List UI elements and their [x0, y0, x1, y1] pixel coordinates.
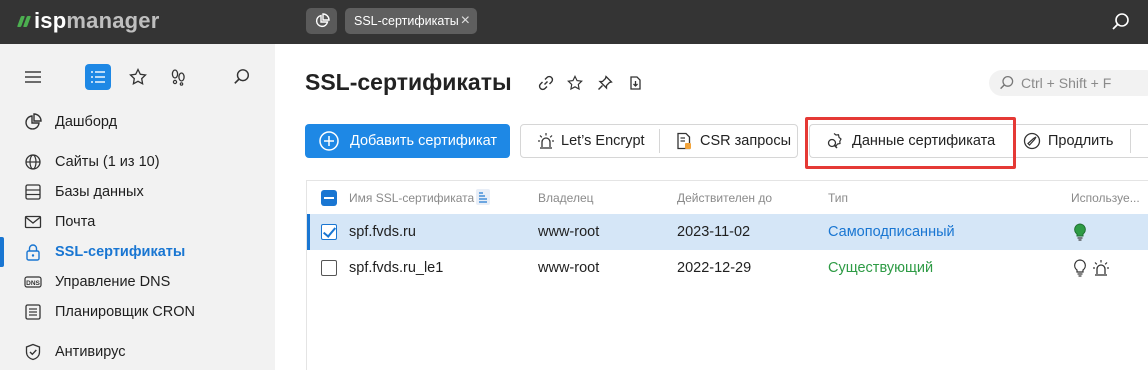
- renew-button[interactable]: Продлить: [1022, 125, 1122, 157]
- svg-text:DNS: DNS: [26, 280, 40, 287]
- list-icon: [25, 304, 41, 320]
- dashboard-tab-button[interactable]: [306, 8, 337, 34]
- logo-mark-icon: [16, 14, 32, 28]
- bulb-active-icon: [1074, 223, 1086, 241]
- sidebar-search-button[interactable]: [232, 64, 252, 90]
- pie-chart-icon: [315, 13, 330, 28]
- link-icon[interactable]: [538, 75, 554, 91]
- bulb-icon: [1074, 259, 1086, 277]
- cert-type: Самоподписанный: [828, 224, 955, 240]
- letsencrypt-button[interactable]: Let’s Encrypt: [521, 125, 659, 157]
- csr-requests-label: CSR запросы: [700, 133, 792, 149]
- sidebar-item-antivirus[interactable]: Антивирус: [0, 337, 275, 367]
- highlight-frame: [805, 117, 1016, 169]
- csr-requests-button[interactable]: CSR запросы: [660, 125, 798, 157]
- search-placeholder: Ctrl + Shift + F: [1021, 75, 1112, 91]
- export-icon[interactable]: [627, 75, 643, 91]
- cert-name: spf.fvds.ru_le1: [349, 260, 444, 276]
- certificate-file-icon: [677, 132, 691, 150]
- shield-icon: [25, 343, 41, 361]
- sidebar-item-ssl[interactable]: SSL-сертификаты: [0, 237, 275, 267]
- alarm-light-icon: [1093, 260, 1109, 276]
- lock-icon: [26, 244, 40, 261]
- sidebar-item-label: Управление DNS: [55, 274, 171, 290]
- dns-icon: DNS: [24, 276, 42, 288]
- sidebar-item-databases[interactable]: Базы данных: [0, 177, 275, 207]
- database-icon: [25, 184, 41, 200]
- list-view-button[interactable]: [85, 64, 111, 90]
- add-certificate-label: Добавить сертификат: [350, 133, 497, 149]
- cert-type: Существующий: [828, 260, 934, 276]
- star-icon[interactable]: [567, 75, 583, 91]
- certificates-table: Имя SSL-сертификата Владелец Действителе…: [306, 180, 1148, 370]
- page-title: SSL-сертификаты: [305, 69, 512, 95]
- select-all-checkbox[interactable]: [321, 190, 337, 206]
- favorites-button[interactable]: [128, 64, 148, 90]
- table-row[interactable]: spf.fvds.ru www-root 2023-11-02 Самоподп…: [307, 214, 1148, 250]
- cert-name: spf.fvds.ru: [349, 224, 416, 240]
- list-icon: [91, 71, 105, 83]
- logo-text: ispmanager: [34, 8, 160, 33]
- column-header-owner[interactable]: Владелец: [538, 191, 594, 205]
- sidebar-item-dashboard[interactable]: Дашборд: [0, 107, 275, 137]
- sidebar-item-cron[interactable]: Планировщик CRON: [0, 297, 275, 327]
- star-icon: [129, 68, 147, 86]
- search-icon: [234, 69, 250, 84]
- sidebar-item-label: Базы данных: [55, 184, 144, 200]
- sidebar-item-label: SSL-сертификаты: [55, 244, 186, 260]
- cert-valid-until: 2023-11-02: [677, 224, 751, 240]
- logo[interactable]: ispmanager: [16, 8, 160, 33]
- row-checkbox[interactable]: [321, 224, 337, 240]
- sidebar: Дашборд Сайты (1 из 10) Базы данных Почт…: [0, 44, 275, 370]
- footprints-icon: [171, 69, 185, 86]
- cert-owner: www-root: [538, 260, 600, 276]
- recent-button[interactable]: [168, 64, 188, 90]
- tab-label: SSL-сертификаты: [354, 14, 459, 28]
- close-icon[interactable]: ×: [461, 12, 470, 30]
- pin-icon[interactable]: [597, 75, 613, 91]
- cert-valid-until: 2022-12-29: [677, 260, 752, 276]
- sidebar-item-sites[interactable]: Сайты (1 из 10): [0, 147, 275, 177]
- pie-chart-icon: [25, 113, 42, 130]
- sidebar-item-mail[interactable]: Почта: [0, 207, 275, 237]
- column-header-name[interactable]: Имя SSL-сертификата: [349, 191, 474, 205]
- alarm-light-icon: [538, 133, 554, 149]
- sidebar-item-label: Сайты (1 из 10): [55, 154, 160, 170]
- toolbar-group-1: Let’s Encrypt CSR запросы: [520, 124, 798, 158]
- active-indicator: [0, 237, 4, 267]
- row-checkbox[interactable]: [321, 260, 337, 276]
- letsencrypt-label: Let’s Encrypt: [561, 133, 645, 149]
- column-header-valid-until[interactable]: Действителен до: [677, 191, 772, 205]
- renew-label: Продлить: [1048, 133, 1114, 149]
- mail-icon: [24, 215, 42, 229]
- cert-owner: www-root: [538, 224, 600, 240]
- toolbar-divider: [1130, 129, 1131, 153]
- sidebar-item-label: Антивирус: [55, 344, 126, 360]
- search-icon: [1000, 75, 1014, 90]
- sidebar-item-label: Почта: [55, 214, 96, 230]
- hamburger-icon: [25, 71, 41, 83]
- tab-ssl-certificates[interactable]: SSL-сертификаты ×: [345, 8, 477, 34]
- search-icon[interactable]: [1111, 12, 1131, 32]
- row-selection-indicator: [307, 214, 310, 250]
- column-header-type[interactable]: Тип: [828, 191, 848, 205]
- column-header-used[interactable]: Используе...: [1071, 191, 1140, 205]
- top-bar: ispmanager SSL-сертификаты ×: [0, 0, 1148, 44]
- global-search-input[interactable]: Ctrl + Shift + F: [989, 70, 1148, 96]
- sidebar-item-label: Планировщик CRON: [55, 304, 195, 320]
- sort-icon[interactable]: [476, 189, 490, 205]
- compass-renew-icon: [1023, 132, 1041, 150]
- add-certificate-button[interactable]: Добавить сертификат: [305, 124, 510, 158]
- plus-circle-icon: [319, 131, 339, 151]
- table-row[interactable]: spf.fvds.ru_le1 www-root 2022-12-29 Суще…: [307, 250, 1148, 286]
- menu-button[interactable]: [24, 64, 42, 90]
- sidebar-item-dns[interactable]: DNS Управление DNS: [0, 267, 275, 297]
- sidebar-item-label: Дашборд: [55, 114, 118, 130]
- globe-icon: [25, 154, 41, 170]
